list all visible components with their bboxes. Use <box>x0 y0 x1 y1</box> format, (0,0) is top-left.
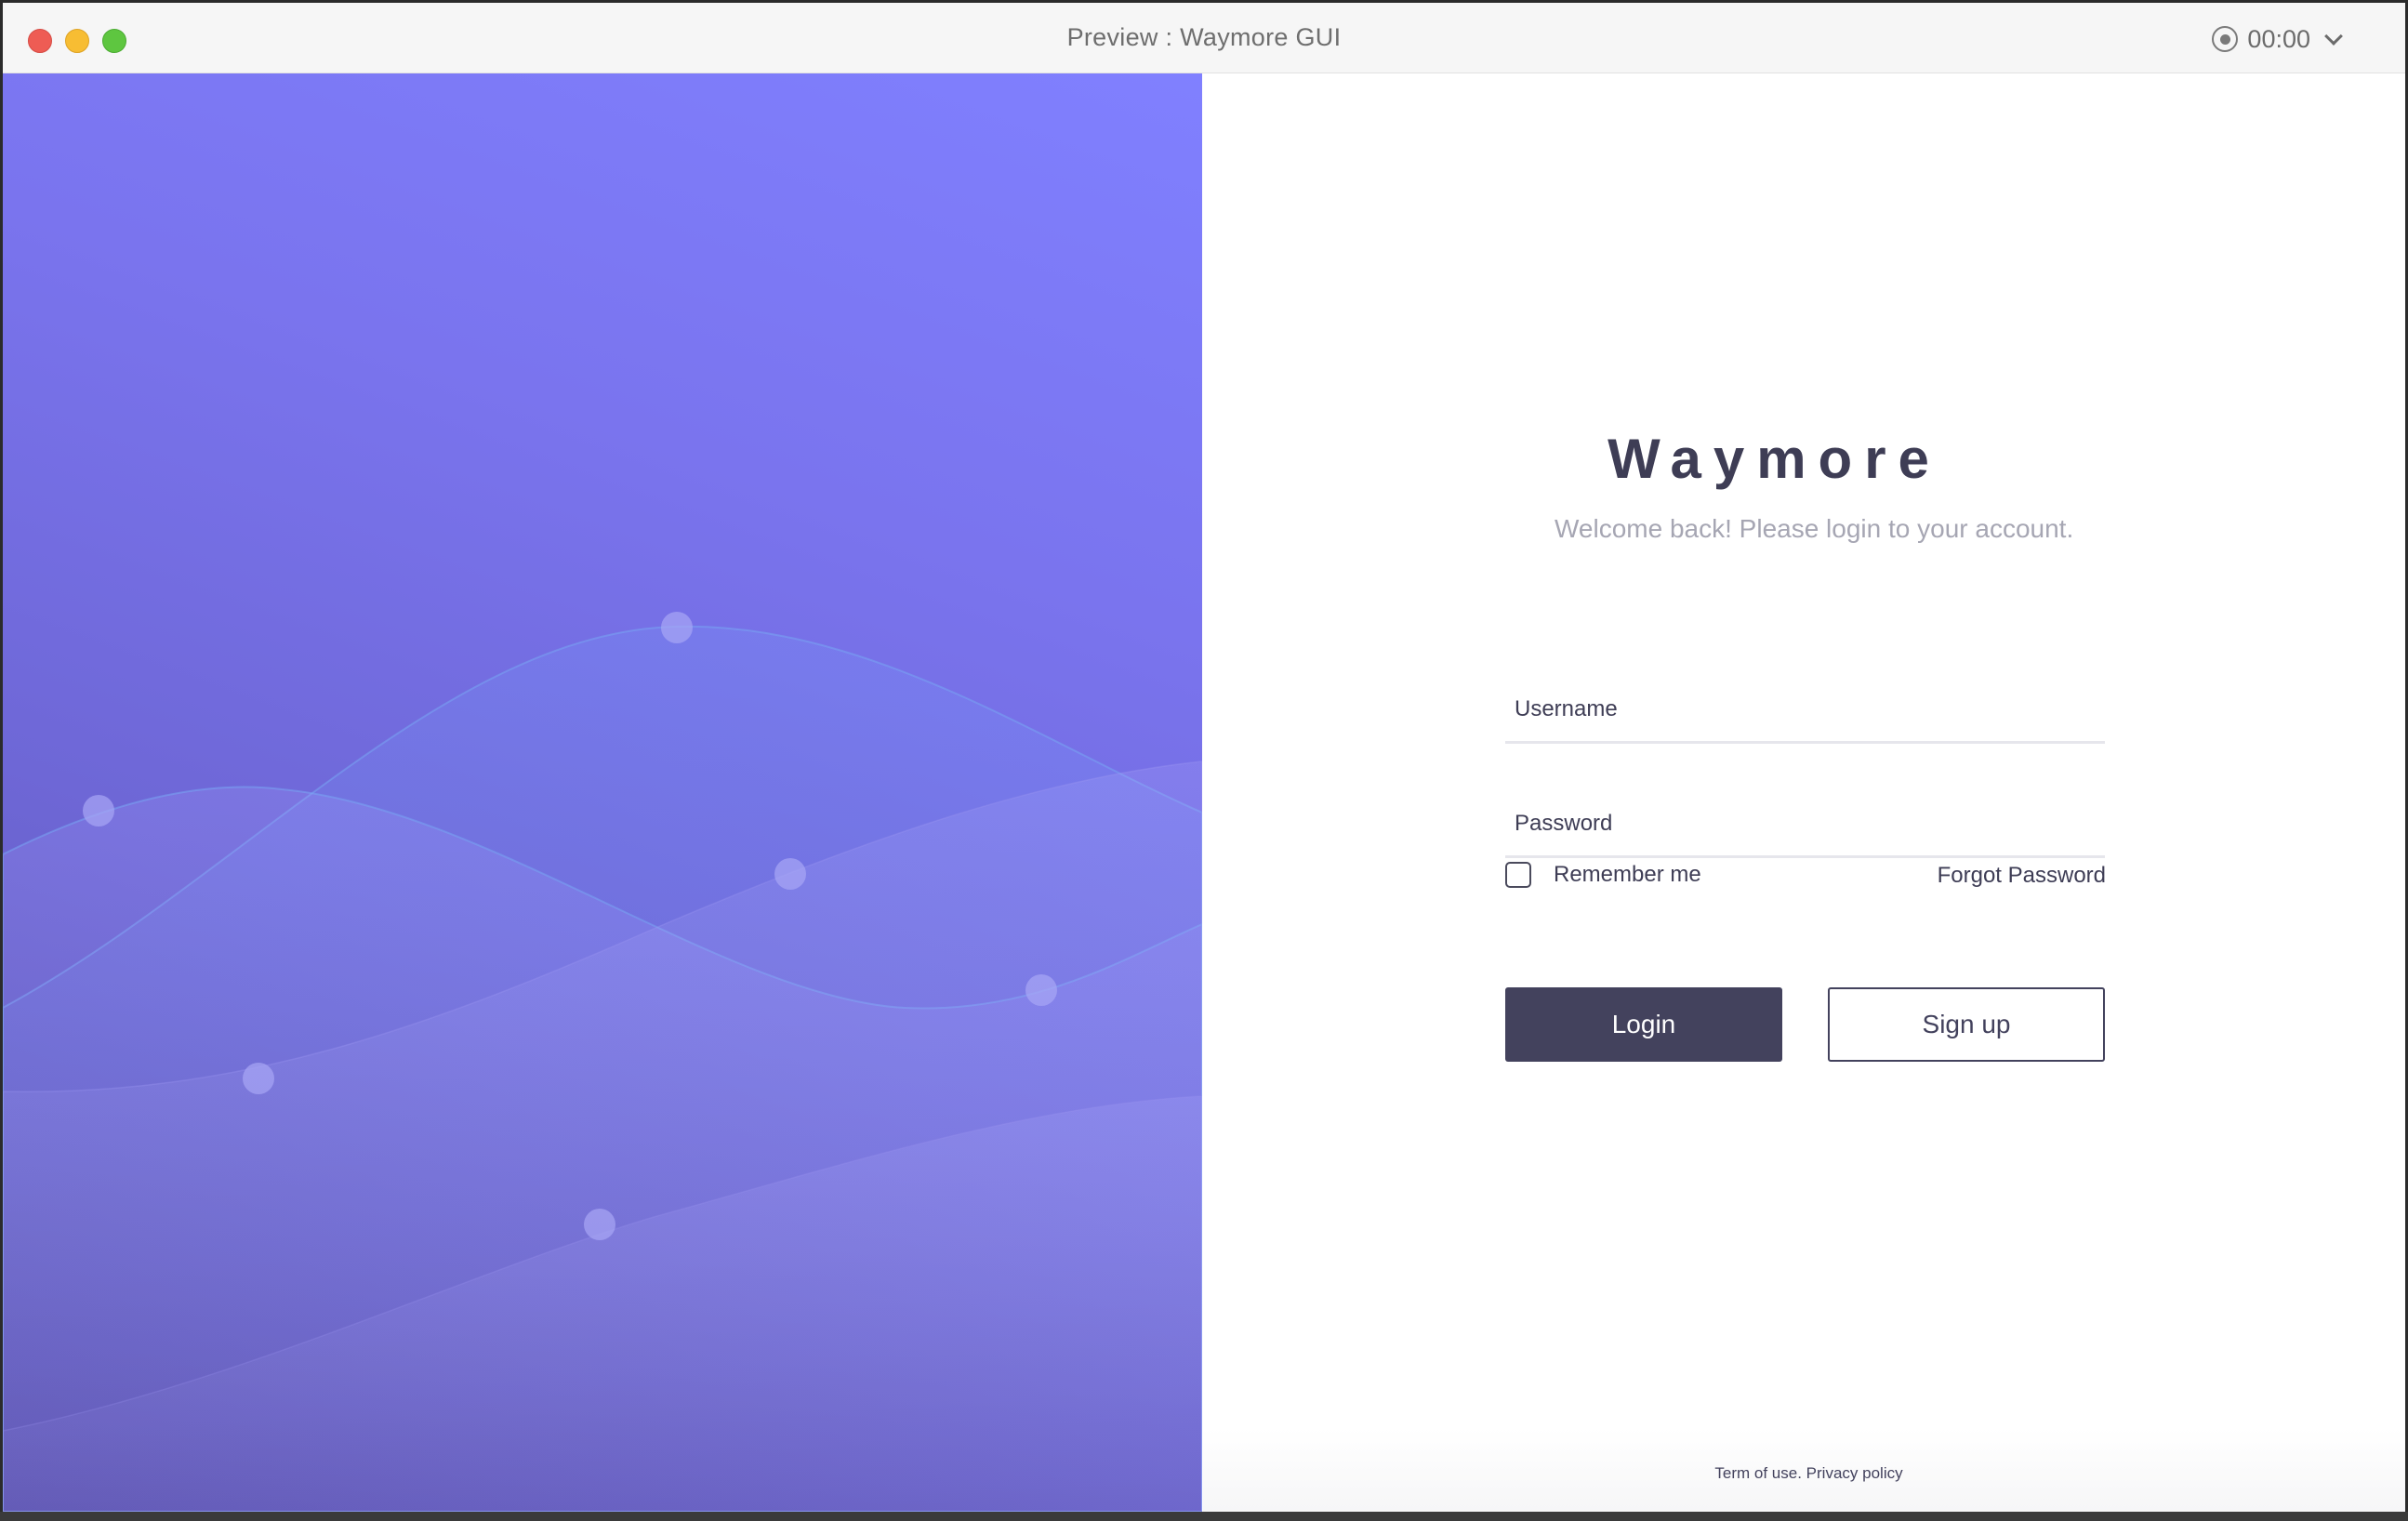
login-button[interactable]: Login <box>1505 987 1782 1062</box>
wave-node <box>661 612 693 643</box>
wave-node <box>243 1063 274 1094</box>
wave-node <box>774 858 806 890</box>
welcome-message: Welcome back! Please login to your accou… <box>1555 514 2074 543</box>
brand-title: Waymore <box>1203 427 2405 491</box>
password-input[interactable] <box>1505 792 2105 855</box>
recording-control[interactable]: 00:00 <box>2212 23 2343 55</box>
username-field[interactable] <box>1505 678 2105 744</box>
footer-links: Term of use. Privacy policy <box>1203 1464 2405 1483</box>
remember-me-label: Remember me <box>1554 862 1701 887</box>
wave-node <box>83 795 114 827</box>
remember-me-checkbox[interactable] <box>1505 862 1531 888</box>
chevron-down-icon[interactable] <box>2324 27 2343 46</box>
privacy-link[interactable]: Privacy policy <box>1806 1464 1903 1482</box>
forgot-password-link[interactable]: Forgot Password <box>1938 863 2106 889</box>
title-bar: Preview : Waymore GUI 00:00 <box>3 3 2405 73</box>
username-input[interactable] <box>1505 678 2105 741</box>
app-window: Preview : Waymore GUI 00:00 Waymore Welc… <box>3 3 2405 1512</box>
recording-time: 00:00 <box>2247 24 2310 53</box>
brand-name: Waymore <box>1608 428 1941 490</box>
wave-node <box>584 1209 615 1240</box>
wave-node <box>1025 974 1057 1006</box>
remember-me[interactable]: Remember me <box>1505 862 1701 888</box>
signup-button[interactable]: Sign up <box>1828 987 2105 1062</box>
waves-graphic <box>3 612 1202 1512</box>
desktop-edge <box>0 1512 2408 1521</box>
hero-illustration <box>3 73 1202 1512</box>
terms-link[interactable]: Term of use. <box>1714 1464 1802 1482</box>
login-panel: Waymore Welcome back! Please login to yo… <box>1203 73 2405 1512</box>
password-field[interactable] <box>1505 792 2105 858</box>
record-icon <box>2212 26 2239 52</box>
window-title: Preview : Waymore GUI <box>1066 23 1342 51</box>
